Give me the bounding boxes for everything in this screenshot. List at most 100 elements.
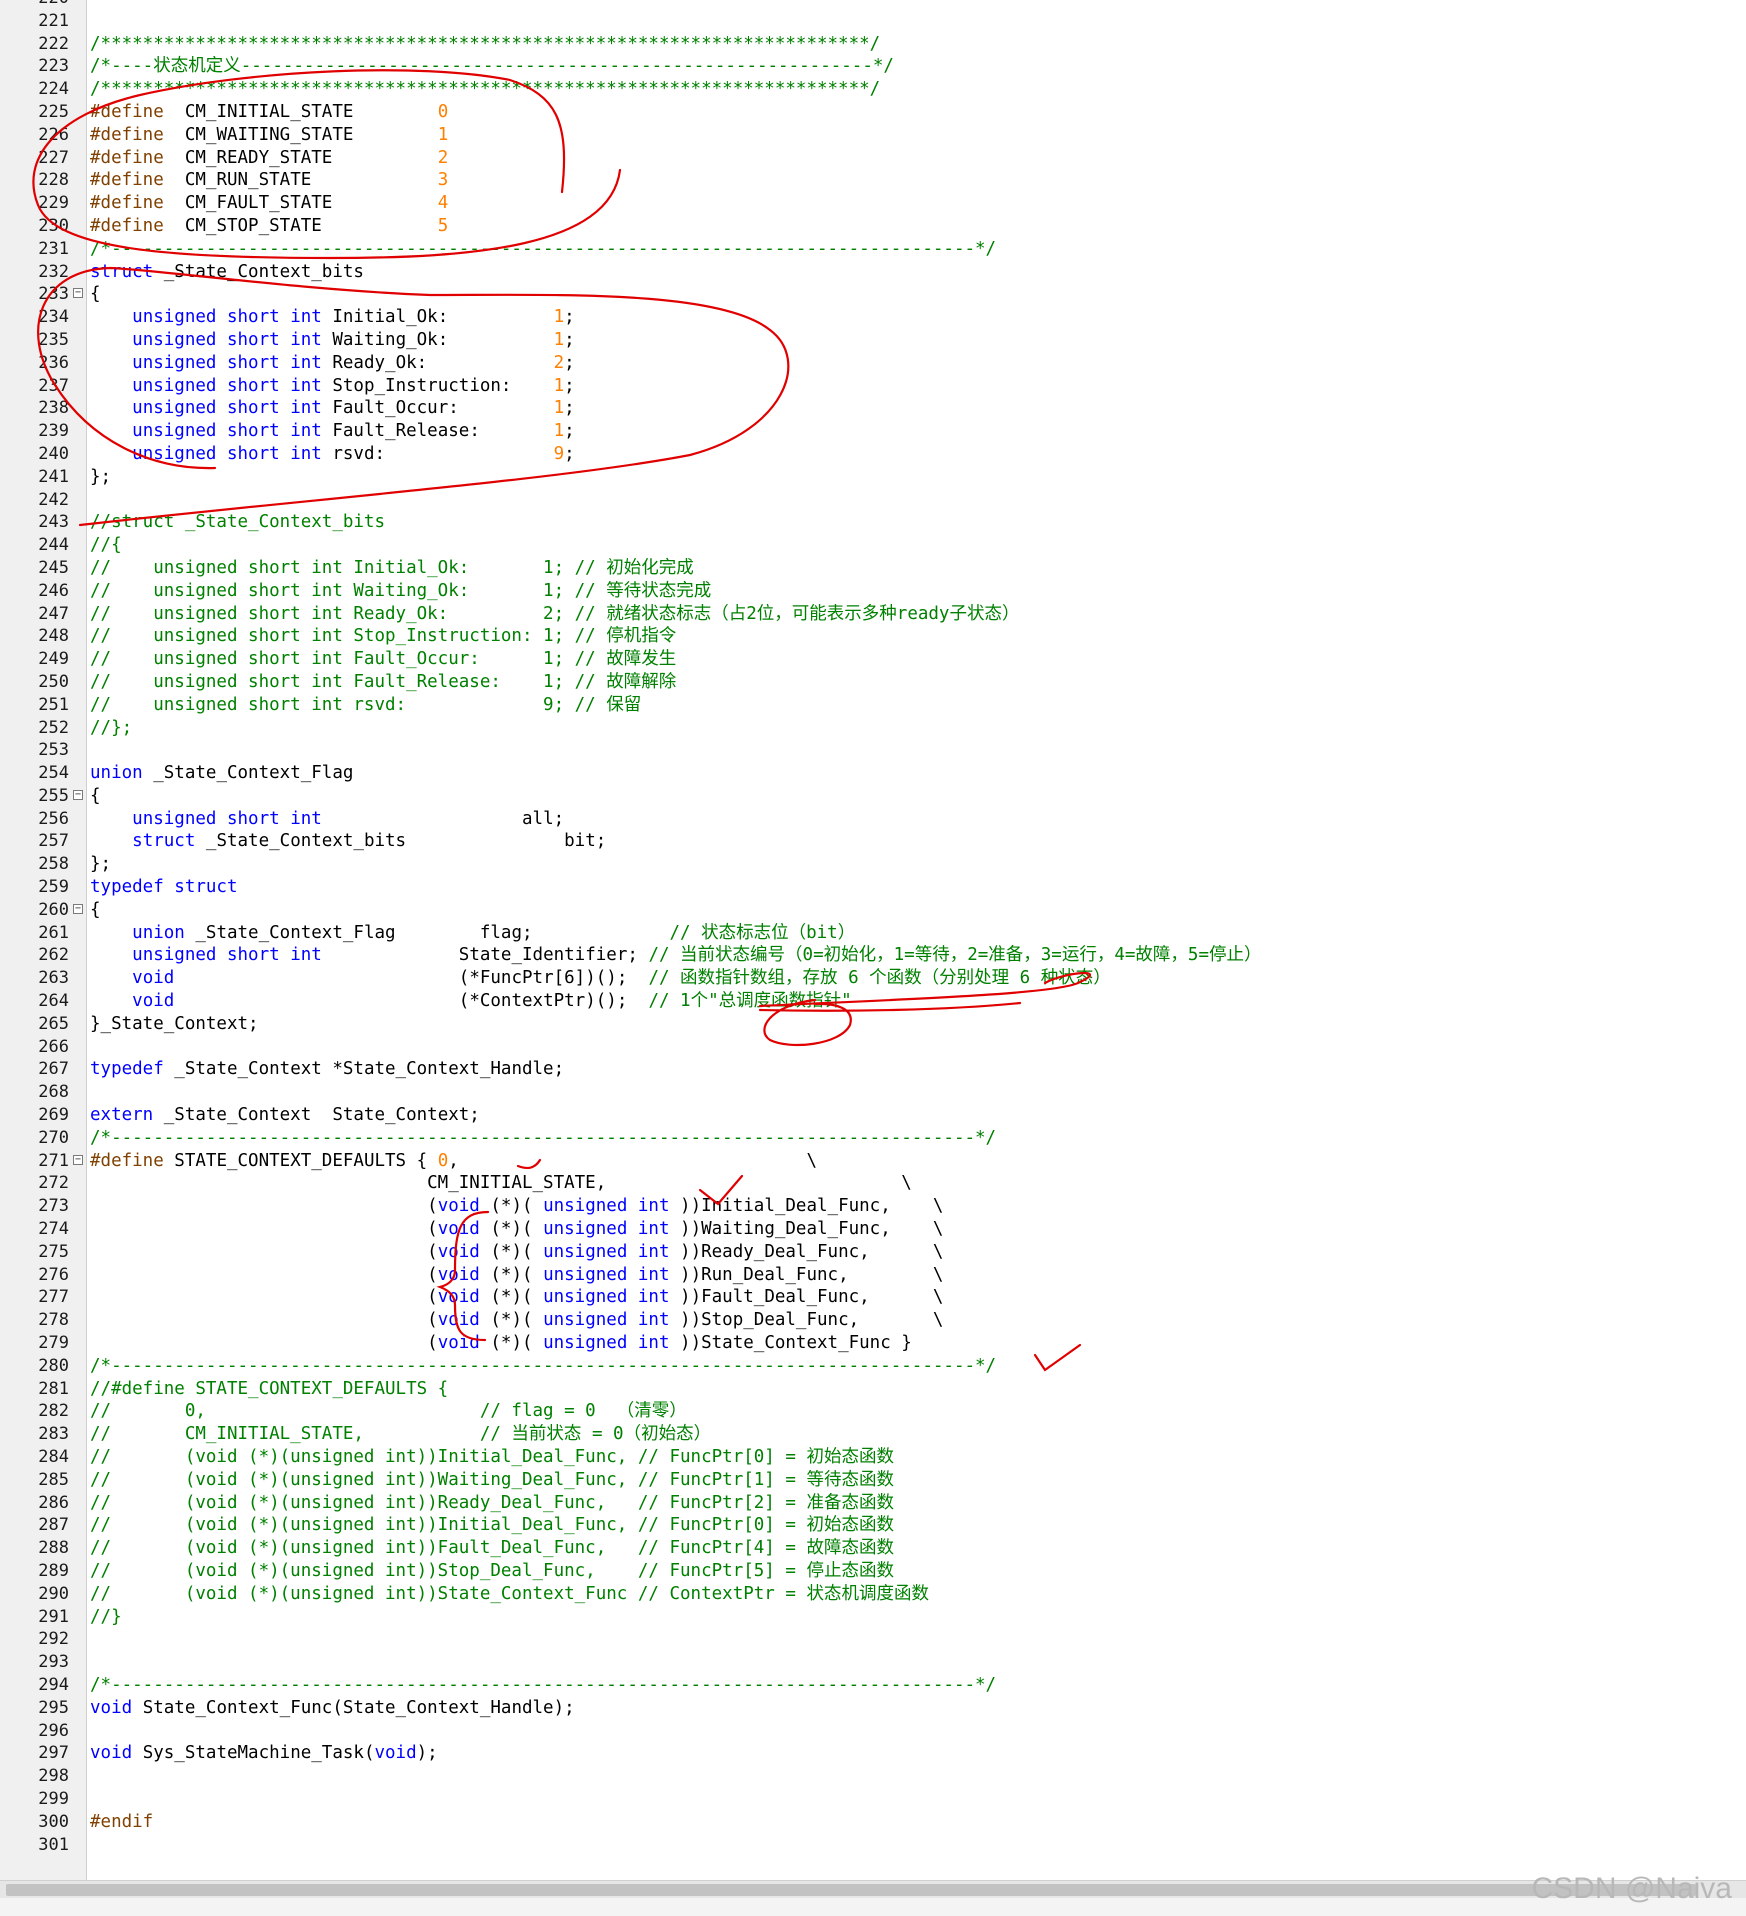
code-line[interactable]: 244 //{ — [0, 534, 1746, 557]
code-line[interactable]: 256 unsigned short int all; — [0, 808, 1746, 831]
code-line[interactable]: 232 struct _State_Context_bits — [0, 261, 1746, 284]
code-line[interactable]: 270 /*-----------------------------------… — [0, 1127, 1746, 1150]
code-line[interactable]: 269 extern _State_Context State_Context; — [0, 1104, 1746, 1127]
code-line[interactable]: 226 #define CM_WAITING_STATE 1 — [0, 124, 1746, 147]
line-number: 268 — [38, 1082, 69, 1103]
code-line[interactable]: 239 unsigned short int Fault_Release: 1; — [0, 420, 1746, 443]
code-line[interactable]: 288 // (void (*)(unsigned int))Fault_Deal… — [0, 1537, 1746, 1560]
code-line[interactable]: 284 // (void (*)(unsigned int))Initial_De… — [0, 1446, 1746, 1469]
code-line[interactable]: 224 /************************************… — [0, 78, 1746, 101]
code-line[interactable]: 235 unsigned short int Waiting_Ok: 1; — [0, 329, 1746, 352]
code-line[interactable]: 240 unsigned short int rsvd: 9; — [0, 443, 1746, 466]
horizontal-scrollbar[interactable] — [0, 1880, 1746, 1899]
code-line[interactable]: 299 — [0, 1788, 1746, 1811]
code-line[interactable]: 272 CM_INITIAL_STATE, \ — [0, 1172, 1746, 1195]
code-line[interactable]: 222 /************************************… — [0, 33, 1746, 56]
code-line[interactable]: 228 #define CM_RUN_STATE 3 — [0, 169, 1746, 192]
code-line[interactable]: 227 #define CM_READY_STATE 2 — [0, 147, 1746, 170]
code-line[interactable]: 290 // (void (*)(unsigned int))State_Cont… — [0, 1583, 1746, 1606]
code-line[interactable]: 265}_State_Context; — [0, 1013, 1746, 1036]
code-line[interactable]: 294 /*-----------------------------------… — [0, 1674, 1746, 1697]
code-line[interactable]: 298 — [0, 1765, 1746, 1788]
code-line[interactable]: 234 unsigned short int Initial_Ok: 1; — [0, 306, 1746, 329]
code-line[interactable]: 282 // 0, // flag = 0 （清零） — [0, 1400, 1746, 1423]
code-line[interactable]: 238 unsigned short int Fault_Occur: 1; — [0, 397, 1746, 420]
code-line[interactable]: 242 — [0, 489, 1746, 512]
code-line[interactable]: 267 typedef _State_Context *State_Context… — [0, 1058, 1746, 1081]
code-line[interactable]: 273 (void (*)( unsigned int ))Initial_De… — [0, 1195, 1746, 1218]
code-line[interactable]: 261 union _State_Context_Flag flag; // 状… — [0, 922, 1746, 945]
code-line[interactable]: 247 // unsigned short int Ready_Ok: 2; //… — [0, 603, 1746, 626]
code-line[interactable]: 263 void (*FuncPtr[6])(); // 函数指针数组，存放 6… — [0, 967, 1746, 990]
code-line[interactable]: 283 // CM_INITIAL_STATE, // 当前状态 = 0（初始态） — [0, 1423, 1746, 1446]
code-token: (*)( — [479, 1264, 544, 1285]
scrollbar-thumb[interactable] — [6, 1884, 1696, 1896]
code-line[interactable]: 289 // (void (*)(unsigned int))Stop_Deal_… — [0, 1560, 1746, 1583]
code-line[interactable]: 223 /*----状态机定义--------------------------… — [0, 55, 1746, 78]
code-line[interactable]: 287 // (void (*)(unsigned int))Initial_De… — [0, 1514, 1746, 1537]
code-line[interactable]: 251 // unsigned short int rsvd: 9; // 保留 — [0, 694, 1746, 717]
code-line[interactable]: 221 — [0, 10, 1746, 33]
code-line[interactable]: 220 — [0, 0, 1746, 10]
code-line[interactable]: 246 // unsigned short int Waiting_Ok: 1; … — [0, 580, 1746, 603]
fold-toggle-icon[interactable]: − — [73, 288, 83, 299]
code-line[interactable]: 285 // (void (*)(unsigned int))Waiting_De… — [0, 1469, 1746, 1492]
code-line[interactable]: 297 void Sys_StateMachine_Task(void); — [0, 1742, 1746, 1765]
code-line[interactable]: 257 struct _State_Context_bits bit; — [0, 830, 1746, 853]
code-line[interactable]: 241}; — [0, 466, 1746, 489]
code-line[interactable]: 264 void (*ContextPtr)(); // 1个"总调度函数指针" — [0, 990, 1746, 1013]
code-line[interactable]: 250 // unsigned short int Fault_Release: … — [0, 671, 1746, 694]
fold-toggle-icon[interactable]: − — [73, 789, 83, 800]
code-text: { — [90, 785, 101, 808]
code-line[interactable]: 233−{ — [0, 283, 1746, 306]
code-line[interactable]: 255−{ — [0, 785, 1746, 808]
code-line[interactable]: 237 unsigned short int Stop_Instruction:… — [0, 375, 1746, 398]
code-line[interactable]: 292 — [0, 1628, 1746, 1651]
code-line[interactable]: 252 //}; — [0, 717, 1746, 740]
code-token: ; — [564, 352, 575, 373]
code-line[interactable]: 279 (void (*)( unsigned int ))State_Cont… — [0, 1332, 1746, 1355]
code-line[interactable]: 248 // unsigned short int Stop_Instructio… — [0, 625, 1746, 648]
code-line[interactable]: 258}; — [0, 853, 1746, 876]
code-line[interactable]: 301 — [0, 1834, 1746, 1857]
code-line[interactable]: 276 (void (*)( unsigned int ))Run_Deal_F… — [0, 1264, 1746, 1287]
code-text: void Sys_StateMachine_Task(void); — [90, 1742, 438, 1765]
code-text: union _State_Context_Flag flag; // 状态标志位… — [90, 922, 855, 945]
code-line[interactable]: 274 (void (*)( unsigned int ))Waiting_De… — [0, 1218, 1746, 1241]
code-token: // unsigned short int Ready_Ok: 2; // 就绪… — [90, 603, 1020, 624]
fold-toggle-icon[interactable]: − — [73, 1154, 83, 1165]
code-line[interactable]: 291 //} — [0, 1606, 1746, 1629]
code-line[interactable]: 229 #define CM_FAULT_STATE 4 — [0, 192, 1746, 215]
code-line[interactable]: 278 (void (*)( unsigned int ))Stop_Deal_… — [0, 1309, 1746, 1332]
code-line[interactable]: 231 /*-----------------------------------… — [0, 238, 1746, 261]
code-line[interactable]: 300 #endif — [0, 1811, 1746, 1834]
code-area[interactable]: 220221222/******************************… — [0, 0, 1746, 1856]
code-line[interactable]: 243 //struct _State_Context_bits — [0, 511, 1746, 534]
code-line[interactable]: 249 // unsigned short int Fault_Occur: 1;… — [0, 648, 1746, 671]
code-line[interactable]: 254 union _State_Context_Flag — [0, 762, 1746, 785]
code-line[interactable]: 260−{ — [0, 899, 1746, 922]
code-line[interactable]: 296 — [0, 1720, 1746, 1743]
code-line[interactable]: 268 — [0, 1081, 1746, 1104]
code-line[interactable]: 259 typedef struct — [0, 876, 1746, 899]
code-line[interactable]: 225 #define CM_INITIAL_STATE 0 — [0, 101, 1746, 124]
code-line[interactable]: 293 — [0, 1651, 1746, 1674]
code-line[interactable]: 295 void State_Context_Func(State_Context… — [0, 1697, 1746, 1720]
code-line[interactable]: 271− #define STATE_CONTEXT_DEFAULTS { 0, … — [0, 1150, 1746, 1173]
code-line[interactable]: 230 #define CM_STOP_STATE 5 — [0, 215, 1746, 238]
code-line[interactable]: 286 // (void (*)(unsigned int))Ready_Deal… — [0, 1492, 1746, 1515]
code-line[interactable]: 266 — [0, 1036, 1746, 1059]
code-line[interactable]: 245 // unsigned short int Initial_Ok: 1; … — [0, 557, 1746, 580]
code-token: ))Waiting_Deal_Func, \ — [669, 1219, 944, 1240]
code-line[interactable]: 275 (void (*)( unsigned int ))Ready_Deal… — [0, 1241, 1746, 1264]
code-line[interactable]: 281 //#define STATE_CONTEXT_DEFAULTS { — [0, 1378, 1746, 1401]
code-line[interactable]: 262 unsigned short int State_Identifier;… — [0, 944, 1746, 967]
code-token: { — [90, 899, 101, 920]
code-line[interactable]: 253 — [0, 739, 1746, 762]
fold-toggle-icon[interactable]: − — [73, 903, 83, 914]
code-line[interactable]: 277 (void (*)( unsigned int ))Fault_Deal… — [0, 1286, 1746, 1309]
code-line[interactable]: 236 unsigned short int Ready_Ok: 2; — [0, 352, 1746, 375]
code-line[interactable]: 280 /*-----------------------------------… — [0, 1355, 1746, 1378]
code-editor[interactable]: 220221222/******************************… — [0, 0, 1746, 1880]
line-number: 284 — [38, 1447, 69, 1467]
